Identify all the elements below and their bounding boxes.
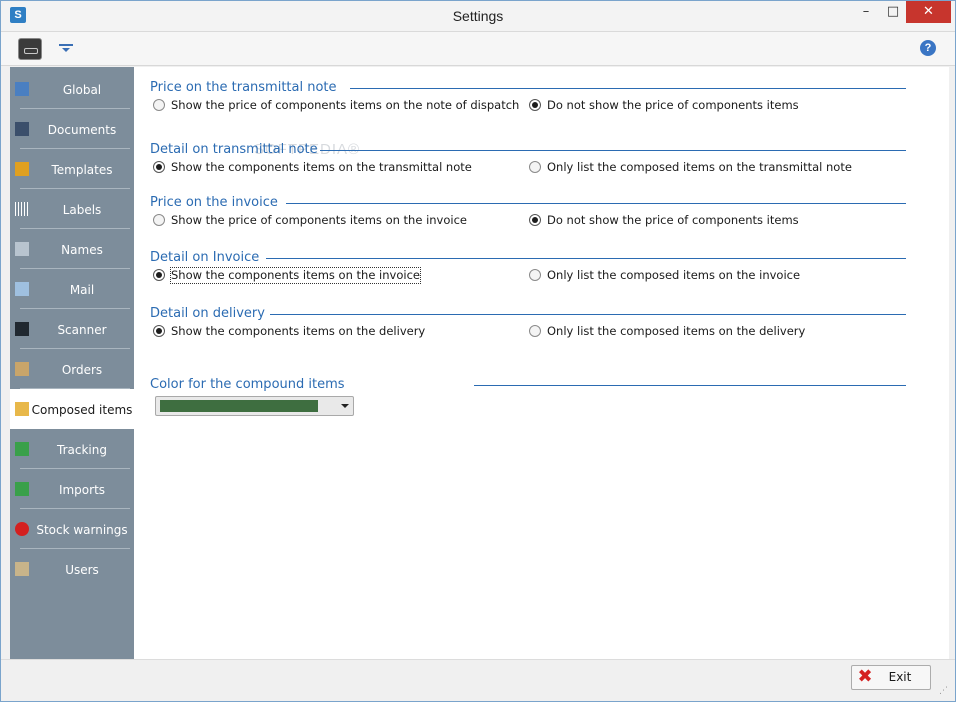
sidebar-item-label: Tracking (57, 443, 107, 457)
global-settings-icon (15, 82, 29, 96)
resize-grip[interactable]: ⋰ (939, 686, 949, 696)
radio-label: Show the components items on the invoice (170, 267, 421, 284)
sidebar-item-label: Orders (61, 363, 103, 377)
section-title: Detail on Invoice (150, 250, 260, 265)
sidebar-item-documents[interactable]: Documents (10, 109, 134, 149)
radio-label: Show the components items on the deliver… (171, 324, 426, 338)
sidebar-item-label: Mail (69, 283, 95, 297)
documents-icon (15, 122, 29, 136)
section-divider (266, 258, 906, 259)
sidebar-item-label: Global (62, 83, 102, 97)
sidebar-item-labels[interactable]: Labels (10, 189, 134, 229)
connection-button[interactable] (18, 38, 42, 60)
radio-button[interactable] (153, 269, 165, 281)
help-button[interactable]: ? (920, 40, 936, 56)
barcode-icon (15, 202, 29, 216)
radio-button[interactable] (529, 214, 541, 226)
sidebar-item-label: Stock warnings (36, 523, 128, 537)
section-title: Detail on delivery (150, 306, 265, 321)
settings-sidebar: Global Documents Templates Labels Names Mail S… (10, 67, 134, 659)
dropdown-bar-icon (59, 44, 73, 46)
color-picker-combo[interactable] (155, 396, 354, 416)
sidebar-item-label: Composed items (31, 403, 133, 417)
radio-label: Show the price of components items on th… (171, 213, 467, 227)
toolbar-dropdown-button[interactable] (58, 40, 76, 56)
sidebar-item-composed-items[interactable]: Composed items (10, 389, 134, 429)
sidebar-item-label: Users (65, 563, 99, 577)
exit-button[interactable]: ✖ Exit (851, 665, 931, 690)
color-section-title: Color for the compound items (150, 377, 345, 392)
radio-label: Only list the composed items on the deli… (547, 324, 806, 338)
tracking-icon (15, 442, 29, 456)
sidebar-item-users[interactable]: Users (10, 549, 134, 589)
sidebar-item-stock-warnings[interactable]: Stock warnings (10, 509, 134, 549)
users-icon (15, 562, 29, 576)
section-divider (350, 88, 906, 89)
radio-button[interactable] (153, 214, 165, 226)
radio-button[interactable] (153, 99, 165, 111)
sidebar-item-orders[interactable]: Orders (10, 349, 134, 389)
exit-icon: ✖ (857, 666, 873, 687)
close-button[interactable]: ✕ (906, 1, 951, 23)
section-divider (320, 150, 906, 151)
names-icon (15, 242, 29, 256)
section-divider (286, 203, 906, 204)
section-divider (270, 314, 906, 315)
section-divider (474, 385, 906, 386)
sidebar-item-label: Names (61, 243, 103, 257)
radio-button[interactable] (529, 269, 541, 281)
radio-button[interactable] (529, 325, 541, 337)
radio-label: Do not show the price of components item… (547, 213, 799, 227)
sidebar-item-names[interactable]: Names (10, 229, 134, 269)
imports-icon (15, 482, 29, 496)
section-title: Detail on transmittal note (150, 142, 318, 157)
sidebar-item-label: Scanner (57, 323, 107, 337)
sidebar-item-tracking[interactable]: Tracking (10, 429, 134, 469)
sidebar-item-scanner[interactable]: Scanner (10, 309, 134, 349)
templates-icon (15, 162, 29, 176)
radio-label: Only list the composed items on the tran… (547, 160, 852, 174)
warning-icon (15, 522, 29, 536)
maximize-button[interactable]: □ (880, 1, 906, 23)
radio-button[interactable] (153, 325, 165, 337)
radio-label: Do not show the price of components item… (547, 98, 799, 112)
sidebar-item-label: Documents (47, 123, 117, 137)
footer: ✖ Exit ⋰ (1, 659, 955, 701)
settings-window: S Settings – □ ✕ ? Global Documents Templa… (0, 0, 956, 702)
radio-label: Show the price of components items on th… (171, 98, 520, 112)
exit-button-label: Exit (888, 670, 912, 684)
mail-icon (15, 282, 29, 296)
minimize-button[interactable]: – (853, 1, 879, 23)
color-swatch (160, 400, 318, 412)
chevron-down-icon[interactable] (341, 404, 349, 408)
radio-button[interactable] (529, 99, 541, 111)
scanner-icon (15, 322, 29, 336)
sidebar-item-global[interactable]: Global (10, 69, 134, 109)
section-title: Price on the invoice (150, 195, 278, 210)
sidebar-item-label: Imports (58, 483, 106, 497)
chevron-down-icon (62, 48, 70, 52)
sidebar-item-mail[interactable]: Mail (10, 269, 134, 309)
sidebar-item-templates[interactable]: Templates (10, 149, 134, 189)
radio-button[interactable] (529, 161, 541, 173)
title-bar[interactable]: S Settings – □ ✕ (1, 1, 955, 32)
radio-button[interactable] (153, 161, 165, 173)
toolbar: ? (1, 32, 955, 66)
sidebar-item-imports[interactable]: Imports (10, 469, 134, 509)
window-title: Settings (452, 8, 504, 24)
section-title: Price on the transmittal note (150, 80, 337, 95)
radio-label: Only list the composed items on the invo… (547, 268, 801, 282)
orders-icon (15, 362, 29, 376)
sidebar-item-label: Labels (62, 203, 102, 217)
radio-label: Show the components items on the transmi… (171, 160, 472, 174)
sidebar-item-label: Templates (51, 163, 113, 177)
composed-items-panel: SOFTPEDIA® Price on the transmittal note… (134, 67, 949, 659)
composed-items-icon (15, 402, 29, 416)
